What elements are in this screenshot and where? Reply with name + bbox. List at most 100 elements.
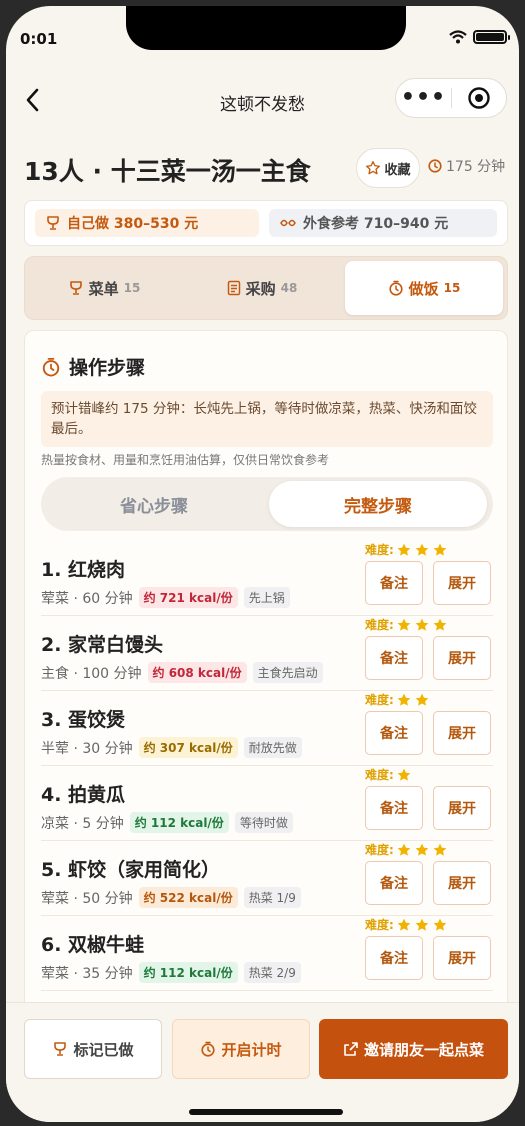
star-outline-icon bbox=[366, 161, 381, 175]
step-row: 3. 蛋饺煲 半荤 · 30 分钟约 307 kcal/份 耐放先做 难度: 备注 展开 bbox=[41, 691, 493, 766]
difficulty-label: 难度: bbox=[365, 618, 394, 632]
step-tag: 主食先启动 bbox=[252, 662, 323, 683]
step-category-time: 荤菜 · 60 分钟 bbox=[41, 590, 133, 607]
phone-screen: 0:01 这顿不发愁 ••• 13人 · 十三菜一汤一主食 收藏 175 分钟 … bbox=[6, 6, 519, 1122]
star-icon bbox=[433, 543, 447, 556]
star-icon bbox=[415, 843, 429, 856]
note-button[interactable]: 备注 bbox=[365, 936, 423, 980]
wifi-icon bbox=[449, 30, 467, 44]
step-category-time: 主食 · 100 分钟 bbox=[41, 665, 142, 682]
steps-heading: 操作步骤 bbox=[41, 353, 145, 380]
expand-button[interactable]: 展开 bbox=[433, 861, 491, 905]
cost-self-text: 自己做 380–530 元 bbox=[67, 216, 199, 232]
timer-icon bbox=[42, 357, 60, 376]
calorie-badge: 约 721 kcal/份 bbox=[138, 587, 238, 608]
mark-done-button[interactable]: 标记已做 bbox=[24, 1019, 162, 1079]
step-row: 4. 拍黄瓜 凉菜 · 5 分钟约 112 kcal/份 等待时做 难度: 备注 展开 bbox=[41, 766, 493, 841]
page-title: 13人 · 十三菜一汤一主食 bbox=[24, 157, 311, 186]
expand-button[interactable]: 展开 bbox=[433, 936, 491, 980]
step-name: 2. 家常白馒头 bbox=[41, 634, 164, 656]
calorie-hint: 热量按食材、用量和烹饪用油估算，仅供日常饮食参考 bbox=[41, 453, 330, 467]
tab-menu-label: 菜单 bbox=[88, 279, 119, 298]
invite-label: 邀请朋友一起点菜 bbox=[363, 1040, 484, 1059]
note-button[interactable]: 备注 bbox=[365, 561, 423, 605]
cost-outside: 外食参考 710–940 元 bbox=[269, 209, 497, 237]
difficulty-label: 难度: bbox=[365, 768, 394, 782]
step-name: 5. 虾饺（家用简化） bbox=[41, 859, 221, 881]
list-icon bbox=[227, 280, 240, 296]
note-button[interactable]: 备注 bbox=[365, 786, 423, 830]
difficulty-label: 难度: bbox=[365, 843, 394, 857]
star-icon bbox=[397, 768, 411, 781]
step-name: 6. 双椒牛蛙 bbox=[41, 934, 145, 956]
tab-shopping[interactable]: 采购 48 bbox=[187, 261, 337, 315]
start-timer-button[interactable]: 开启计时 bbox=[172, 1019, 310, 1079]
tab-cooking-count: 15 bbox=[443, 281, 461, 295]
difficulty-rating: 难度: bbox=[365, 916, 448, 933]
step-category-time: 半荤 · 30 分钟 bbox=[41, 740, 133, 757]
calorie-badge: 约 608 kcal/份 bbox=[147, 662, 247, 683]
status-time: 0:01 bbox=[20, 30, 58, 48]
favorite-button[interactable]: 收藏 bbox=[356, 148, 420, 188]
mode-simple-button[interactable]: 省心步骤 bbox=[45, 481, 263, 527]
star-icon bbox=[415, 618, 429, 631]
tab-shopping-count: 48 bbox=[280, 281, 298, 295]
miniapp-capsule: ••• bbox=[395, 78, 507, 118]
expand-button[interactable]: 展开 bbox=[433, 636, 491, 680]
step-meta: 荤菜 · 35 分钟约 112 kcal/份 热菜 2/9 bbox=[41, 962, 301, 983]
note-button[interactable]: 备注 bbox=[365, 861, 423, 905]
star-icon bbox=[433, 918, 447, 931]
notch bbox=[126, 6, 406, 50]
step-category-time: 凉菜 · 5 分钟 bbox=[41, 815, 124, 832]
star-icon bbox=[433, 618, 447, 631]
step-category-time: 荤菜 · 50 分钟 bbox=[41, 890, 133, 907]
status-icons bbox=[449, 30, 510, 44]
cost-outside-text: 外食参考 710–940 元 bbox=[303, 216, 449, 232]
steps-list: 1. 红烧肉 荤菜 · 60 分钟约 721 kcal/份 先上锅 难度: 备注 展开 2.… bbox=[41, 541, 493, 991]
tab-menu[interactable]: 菜单 15 bbox=[29, 261, 179, 315]
clock-icon bbox=[428, 159, 442, 173]
star-icon bbox=[397, 918, 411, 931]
favorite-label: 收藏 bbox=[384, 162, 411, 178]
nav-bar: 这顿不发愁 ••• bbox=[6, 76, 519, 126]
bottom-action-bar: 标记已做 开启计时 邀请朋友一起点菜 bbox=[6, 1002, 519, 1122]
calorie-badge: 约 522 kcal/份 bbox=[138, 887, 238, 908]
tab-cooking[interactable]: 做饭 15 bbox=[345, 261, 503, 315]
home-indicator bbox=[189, 1109, 343, 1115]
step-name: 4. 拍黄瓜 bbox=[41, 784, 126, 806]
step-name: 1. 红烧肉 bbox=[41, 559, 126, 581]
star-icon bbox=[397, 843, 411, 856]
note-button[interactable]: 备注 bbox=[365, 711, 423, 755]
step-row: 6. 双椒牛蛙荤菜 · 35 分钟约 112 kcal/份 热菜 2/9 难度: 备注… bbox=[41, 916, 493, 991]
star-icon bbox=[415, 693, 429, 706]
star-icon bbox=[415, 918, 429, 931]
difficulty-rating: 难度: bbox=[365, 841, 448, 858]
step-meta: 荤菜 · 60 分钟约 721 kcal/份 先上锅 bbox=[41, 587, 290, 608]
steps-card: 操作步骤 预计错峰约 175 分钟：长炖先上锅，等待时做凉菜，热菜、快汤和面饺最… bbox=[24, 330, 508, 1110]
cup-icon bbox=[69, 281, 82, 295]
start-timer-label: 开启计时 bbox=[221, 1040, 282, 1059]
timer-icon bbox=[201, 1041, 216, 1057]
star-icon bbox=[397, 618, 411, 631]
target-icon bbox=[468, 87, 490, 109]
cup-icon bbox=[54, 1042, 67, 1056]
calorie-badge: 约 112 kcal/份 bbox=[138, 962, 238, 983]
timer-icon bbox=[389, 280, 403, 296]
expand-button[interactable]: 展开 bbox=[433, 561, 491, 605]
expand-button[interactable]: 展开 bbox=[433, 711, 491, 755]
close-miniapp-button[interactable] bbox=[452, 86, 506, 110]
invite-friends-button[interactable]: 邀请朋友一起点菜 bbox=[319, 1019, 508, 1079]
total-time-text: 175 分钟 bbox=[446, 159, 506, 175]
mode-full-button[interactable]: 完整步骤 bbox=[269, 481, 487, 527]
step-row: 2. 家常白馒头主食 · 100 分钟约 608 kcal/份 主食先启动 难度: 备… bbox=[41, 616, 493, 691]
step-category-time: 荤菜 · 35 分钟 bbox=[41, 965, 133, 982]
difficulty-label: 难度: bbox=[365, 543, 394, 557]
main-tabs: 菜单 15 采购 48 做饭 15 bbox=[24, 256, 508, 320]
more-menu-button[interactable]: ••• bbox=[396, 83, 451, 113]
step-tag: 耐放先做 bbox=[243, 737, 302, 758]
tab-menu-count: 15 bbox=[123, 281, 141, 295]
step-meta: 半荤 · 30 分钟约 307 kcal/份 耐放先做 bbox=[41, 737, 302, 758]
expand-button[interactable]: 展开 bbox=[433, 786, 491, 830]
steps-title: 操作步骤 bbox=[69, 357, 146, 379]
note-button[interactable]: 备注 bbox=[365, 636, 423, 680]
